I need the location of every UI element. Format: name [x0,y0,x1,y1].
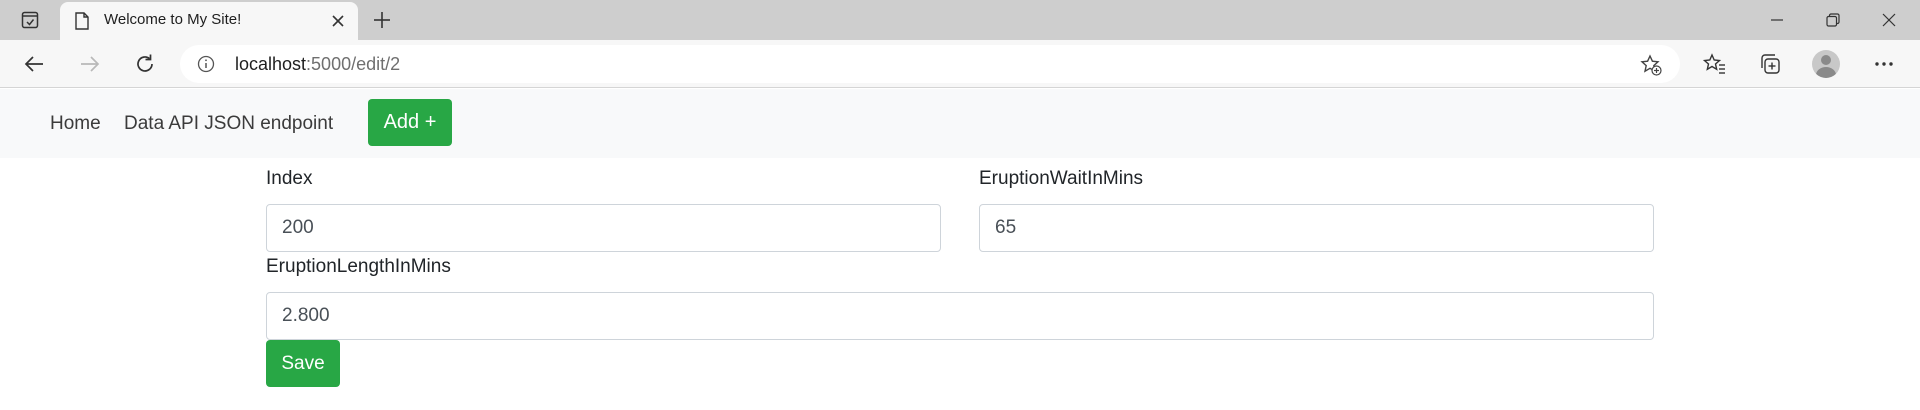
collections-button[interactable] [1756,50,1784,78]
back-button[interactable] [20,50,48,78]
page-icon [75,12,89,30]
eruption-length-input[interactable] [266,292,1654,340]
add-button[interactable]: Add + [368,99,452,146]
nav-link-data-api[interactable]: Data API JSON endpoint [124,113,333,135]
collections-icon [1761,54,1780,74]
restore-icon [1826,13,1840,27]
browser-toolbar: localhost:5000/edit/2 [0,40,1920,88]
new-tab-icon[interactable] [370,8,394,32]
nav-link-home[interactable]: Home [50,113,101,135]
minimize-button[interactable] [1763,6,1791,34]
back-arrow-icon [24,56,43,72]
site-info-icon[interactable] [197,55,215,73]
profile-button[interactable] [1812,50,1840,78]
avatar [1812,50,1840,78]
eruption-wait-input[interactable] [979,204,1654,252]
index-label: Index [266,168,313,189]
close-window-icon [1882,13,1896,27]
close-window-button[interactable] [1875,6,1903,34]
favorites-button[interactable] [1701,50,1729,78]
more-menu-button[interactable] [1870,50,1898,78]
forward-arrow-icon [81,56,100,72]
url-path: :5000/edit/2 [306,54,401,74]
minimize-icon [1771,19,1783,21]
restore-button[interactable] [1819,6,1847,34]
close-tab-icon[interactable] [330,13,346,29]
url-host: localhost [235,54,307,74]
eruption-length-label: EruptionLengthInMins [266,256,451,277]
tab-actions-icon [21,11,39,29]
browser-tab-active[interactable]: Welcome to My Site! [60,2,358,40]
eruption-wait-label: EruptionWaitInMins [979,168,1144,189]
reload-button[interactable] [131,50,159,78]
forward-button[interactable] [76,50,104,78]
index-input[interactable] [266,204,941,252]
tab-actions-button[interactable] [14,8,46,32]
add-favorite-icon[interactable] [1640,54,1662,76]
save-button[interactable]: Save [266,340,340,387]
browser-tabstrip: Welcome to My Site! [0,0,1920,40]
tab-title: Welcome to My Site! [104,11,242,28]
address-bar[interactable]: localhost:5000/edit/2 [180,45,1680,83]
favorites-icon [1703,53,1725,74]
url-text[interactable]: localhost:5000/edit/2 [235,54,400,75]
more-dots-icon [1875,62,1893,66]
site-navbar: Home Data API JSON endpoint Add + [0,89,1920,158]
reload-icon [137,54,153,72]
